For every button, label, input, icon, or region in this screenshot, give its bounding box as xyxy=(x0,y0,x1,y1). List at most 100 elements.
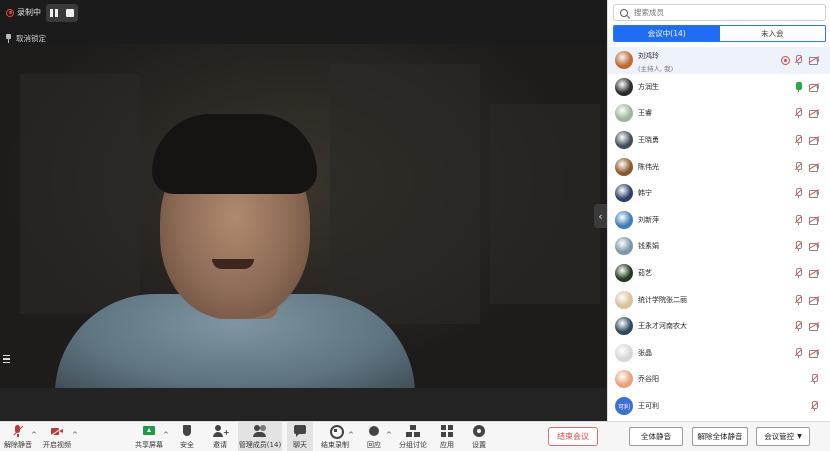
member-row[interactable]: 王永才河南农大 xyxy=(608,313,830,340)
mic-muted-icon[interactable] xyxy=(810,401,819,412)
mute-all-button[interactable]: 全体静音 xyxy=(629,427,683,446)
avatar xyxy=(615,343,633,362)
camera-off-icon[interactable] xyxy=(808,322,820,332)
share-screen-icon xyxy=(142,425,156,438)
avatar xyxy=(615,264,633,283)
mic-muted-icon[interactable] xyxy=(794,135,803,146)
mic-options-caret-icon[interactable]: ^ xyxy=(31,431,37,439)
member-row[interactable]: 刘鸿玲 (主持人, 我) xyxy=(608,47,830,74)
member-search[interactable] xyxy=(613,4,826,21)
unmute-button[interactable]: 解除静音 xyxy=(2,422,34,451)
search-icon xyxy=(620,8,628,17)
tab-in-meeting[interactable]: 会议中(14) xyxy=(614,26,720,41)
member-name: 王永才河南农大 xyxy=(638,322,687,331)
mic-muted-icon xyxy=(11,425,25,438)
apps-button[interactable]: 应用 xyxy=(435,422,459,451)
security-button[interactable]: 安全 xyxy=(175,422,199,451)
stop-recording-button[interactable]: 结束录制 xyxy=(319,422,351,451)
manage-members-button[interactable]: 管理成员(14) xyxy=(238,422,282,451)
breakout-button[interactable]: 分组讨论 xyxy=(397,422,429,451)
camera-off-icon[interactable] xyxy=(808,162,820,172)
members-icon xyxy=(253,425,267,438)
stop-recording-icon[interactable] xyxy=(66,8,74,17)
avatar xyxy=(615,77,633,96)
chat-button[interactable]: 聊天 xyxy=(287,422,313,451)
meeting-control-dropdown[interactable]: 会议管控 ▼ xyxy=(756,427,810,446)
member-row[interactable]: 王睿 xyxy=(608,100,830,127)
mic-muted-icon[interactable] xyxy=(810,374,819,385)
camera-off-icon[interactable] xyxy=(808,82,820,92)
mic-muted-icon[interactable] xyxy=(794,321,803,332)
member-row[interactable]: 钱素娟 xyxy=(608,233,830,260)
member-name: 王睿 xyxy=(638,109,652,118)
mic-muted-icon[interactable] xyxy=(794,294,803,305)
member-row[interactable]: 茹艺 xyxy=(608,260,830,287)
tab-not-joined[interactable]: 未入会 xyxy=(719,26,825,41)
member-name: 张晶 xyxy=(638,348,652,357)
meeting-toolbar: 解除静音 ^ 开启视频 ^ 共享屏幕 ^ 安全 + 邀请 管理成员(14) 聊天… xyxy=(0,421,830,451)
member-row[interactable]: 方润生 xyxy=(608,74,830,101)
camera-off-icon[interactable] xyxy=(808,136,820,146)
start-video-button[interactable]: 开启视频 xyxy=(41,422,73,451)
pause-recording-icon[interactable] xyxy=(50,9,58,17)
recording-options-caret-icon[interactable]: ^ xyxy=(348,431,354,439)
member-tabs: 会议中(14) 未入会 xyxy=(613,25,826,42)
member-name: 韩宁 xyxy=(638,189,652,198)
apps-grid-icon xyxy=(440,425,454,438)
member-row[interactable]: 韩宁 xyxy=(608,180,830,207)
share-screen-button[interactable]: 共享屏幕 xyxy=(133,422,165,451)
unpin-button[interactable]: 取消锁定 xyxy=(5,33,46,44)
reaction-icon xyxy=(367,425,381,438)
member-row[interactable]: 陈伟光 xyxy=(608,153,830,180)
mic-muted-icon[interactable] xyxy=(794,108,803,119)
avatar xyxy=(615,210,633,229)
mic-muted-icon[interactable] xyxy=(794,347,803,358)
member-row[interactable]: 统计学院张二丽 xyxy=(608,286,830,313)
member-list: 刘鸿玲 (主持人, 我) 方润生王睿王晓勇 陈伟光韩宁刘新萍钱素娟茹艺统计学院张二丽王… xyxy=(608,47,830,419)
member-row[interactable]: 张晶 xyxy=(608,340,830,367)
collapse-panel-button[interactable]: ‹ xyxy=(594,204,607,228)
search-input[interactable] xyxy=(634,8,804,17)
reactions-caret-icon[interactable]: ^ xyxy=(386,431,392,439)
shield-icon xyxy=(180,425,194,438)
settings-button[interactable]: 设置 xyxy=(467,422,491,451)
member-row[interactable]: 乔谷阳 xyxy=(608,366,830,393)
meeting-control-label: 会议管控 xyxy=(764,432,795,441)
member-name: 王可利 xyxy=(638,402,659,411)
member-row[interactable]: 王晓勇 xyxy=(608,127,830,154)
share-options-caret-icon[interactable]: ^ xyxy=(163,431,169,439)
camera-off-icon[interactable] xyxy=(808,109,820,119)
member-row[interactable]: 可利 王可利 xyxy=(608,393,830,420)
member-name: 统计学院张二丽 xyxy=(638,295,687,304)
member-name: 方润生 xyxy=(638,82,659,91)
mic-on-icon[interactable] xyxy=(795,81,802,92)
member-row[interactable]: 刘新萍 xyxy=(608,207,830,234)
mic-muted-icon[interactable] xyxy=(794,214,803,225)
mic-muted-icon[interactable] xyxy=(794,161,803,172)
unmute-all-button[interactable]: 解除全体静音 xyxy=(692,427,748,446)
camera-off-icon[interactable] xyxy=(808,215,820,225)
video-options-caret-icon[interactable]: ^ xyxy=(72,431,78,439)
avatar xyxy=(615,131,633,150)
member-name: 钱素娟 xyxy=(638,242,659,251)
camera-off-icon[interactable] xyxy=(808,348,820,358)
end-meeting-button[interactable]: 结束会议 xyxy=(548,427,598,446)
mic-muted-icon[interactable] xyxy=(794,241,803,252)
mic-muted-icon[interactable] xyxy=(794,188,803,199)
mic-muted-icon[interactable] xyxy=(794,55,803,66)
mic-muted-icon[interactable] xyxy=(794,268,803,279)
camera-off-icon[interactable] xyxy=(808,269,820,279)
camera-off-icon[interactable] xyxy=(808,242,820,252)
list-icon[interactable] xyxy=(0,352,14,366)
chevron-left-icon: ‹ xyxy=(598,209,603,223)
camera-off-icon[interactable] xyxy=(808,295,820,305)
stop-record-icon xyxy=(328,425,344,439)
member-name: 茹艺 xyxy=(638,269,652,278)
member-name: 乔谷阳 xyxy=(638,375,659,384)
camera-off-icon[interactable] xyxy=(808,56,820,66)
reactions-button[interactable]: 回应 xyxy=(360,422,388,451)
recording-label: 录制中 xyxy=(17,8,41,17)
camera-off-icon[interactable] xyxy=(808,189,820,199)
breakout-rooms-icon xyxy=(406,425,420,438)
invite-button[interactable]: + 邀请 xyxy=(208,422,232,451)
